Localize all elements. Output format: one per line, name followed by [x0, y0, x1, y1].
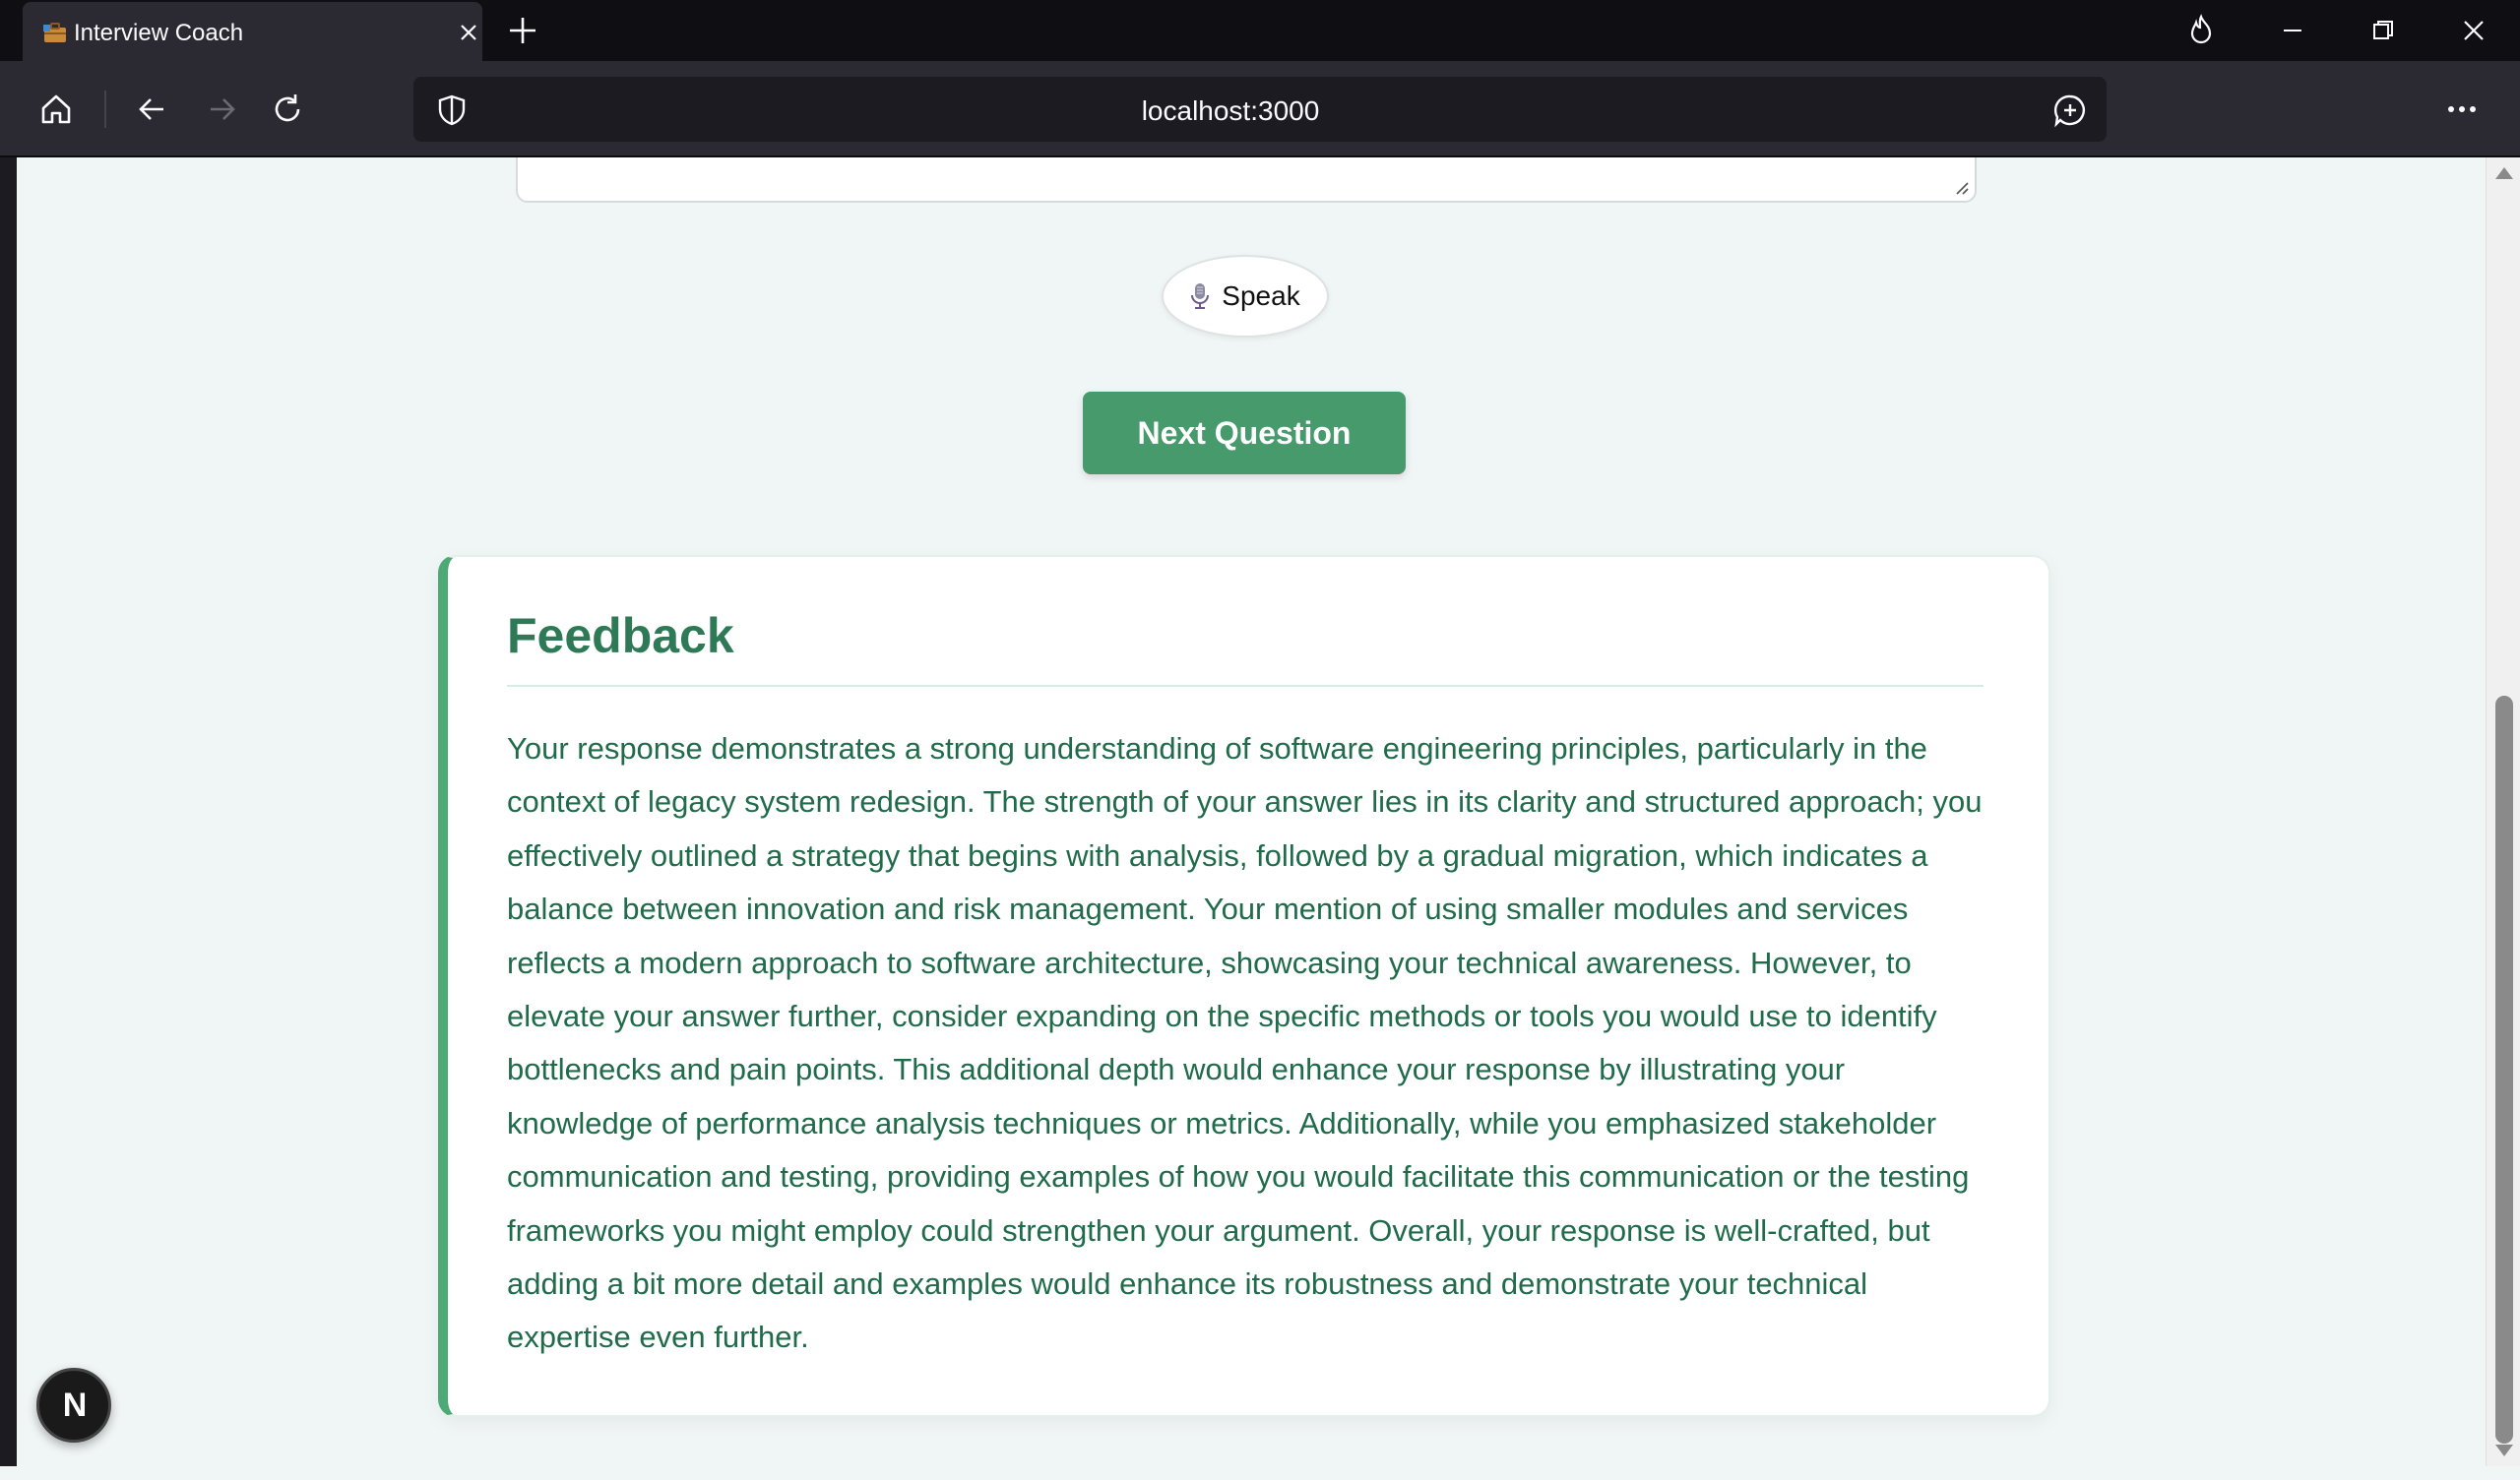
browser-toolbar: localhost:3000	[0, 61, 2520, 157]
flame-icon[interactable]	[2184, 14, 2218, 47]
close-tab-icon[interactable]	[456, 20, 481, 45]
toolbar-separator	[104, 91, 106, 128]
nextjs-dev-indicator-button[interactable]: N	[36, 1368, 111, 1443]
page-viewport: Speak Next Question Feedback Your respon…	[17, 157, 2486, 1466]
new-tab-plus-icon[interactable]	[506, 14, 539, 47]
url-text[interactable]: localhost:3000	[413, 95, 2048, 127]
scrollbar-thumb[interactable]	[2495, 696, 2513, 1444]
speak-button[interactable]: Speak	[1162, 255, 1329, 338]
next-question-button[interactable]: Next Question	[1083, 392, 1406, 474]
answer-textarea[interactable]	[516, 157, 1977, 203]
window-bottom-edge	[0, 1466, 2520, 1480]
feedback-title: Feedback	[507, 608, 734, 663]
briefcase-favicon-icon	[43, 23, 66, 42]
close-window-icon[interactable]	[2457, 14, 2490, 47]
feedback-text: Your response demonstrates a strong unde…	[507, 731, 1983, 1355]
browser-tab[interactable]: Interview Coach	[23, 2, 482, 61]
tab-title: Interview Coach	[74, 20, 244, 46]
minimize-window-icon[interactable]	[2276, 14, 2309, 47]
more-horizontal-icon[interactable]	[2441, 89, 2483, 130]
resize-handle-icon[interactable]	[1955, 181, 1969, 195]
speak-label: Speak	[1222, 280, 1300, 311]
reload-icon[interactable]	[267, 89, 308, 130]
feedback-card: Feedback Your response demonstrates a st…	[438, 555, 2050, 1417]
scroll-down-arrow-icon[interactable]	[2495, 1445, 2513, 1456]
browser-titlebar: Interview Coach	[0, 0, 2520, 61]
page-scrollbar[interactable]	[2486, 157, 2520, 1466]
scroll-up-arrow-icon[interactable]	[2495, 167, 2513, 179]
microphone-icon	[1191, 283, 1210, 309]
chat-plus-icon[interactable]	[2052, 92, 2088, 128]
home-icon[interactable]	[35, 89, 77, 130]
nextjs-logo-icon: N	[62, 1386, 88, 1424]
address-bar[interactable]: localhost:3000	[413, 77, 2107, 142]
arrow-left-icon[interactable]	[132, 89, 173, 130]
restore-window-icon[interactable]	[2366, 14, 2400, 47]
arrow-right-icon[interactable]	[201, 89, 242, 130]
feedback-divider	[507, 685, 1984, 687]
